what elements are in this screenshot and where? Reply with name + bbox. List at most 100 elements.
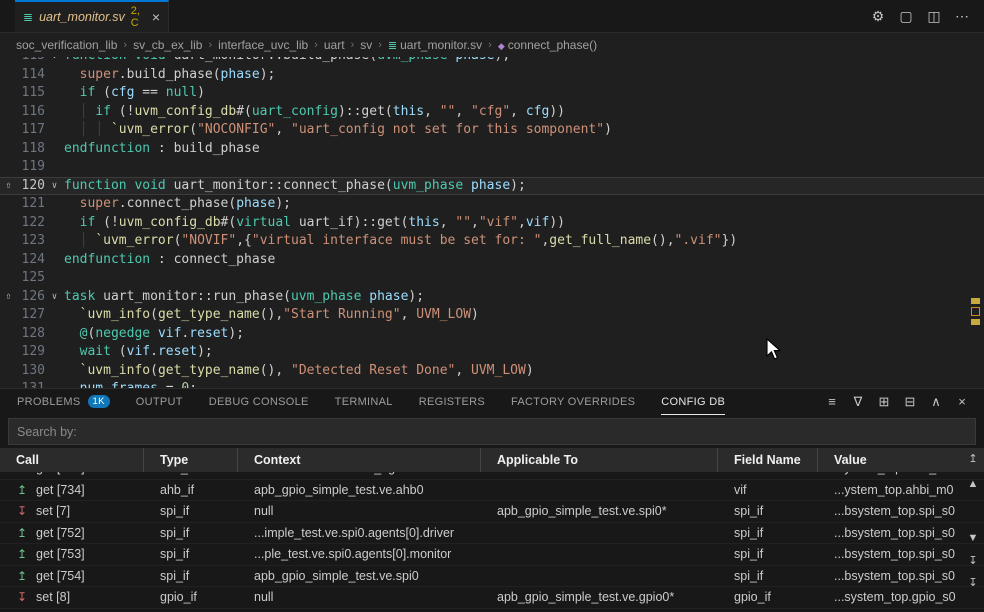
code-line[interactable]: 125 [0, 269, 984, 288]
fold-chevron-icon[interactable]: ∨ [45, 288, 64, 307]
panel-tab-terminal[interactable]: TERMINAL [335, 389, 393, 415]
code-line[interactable]: ⇧126∨task uart_monitor::run_phase(uvm_ph… [0, 288, 984, 307]
code-line[interactable]: 113∨function void uart_monitor::build_ph… [0, 57, 984, 66]
cell-call: ↥get [734] [0, 483, 144, 497]
code-text: function void uart_monitor::connect_phas… [64, 177, 984, 196]
panel-tab-output[interactable]: OUTPUT [136, 389, 183, 415]
column-header-value[interactable]: Value [818, 448, 984, 472]
overview-ruler-mark [971, 307, 980, 316]
code-line[interactable]: 115 if (cfg == null) [0, 84, 984, 103]
config-db-search [8, 418, 976, 445]
column-header-call[interactable]: Call [0, 448, 144, 472]
code-line[interactable]: 131 num_frames = 0; [0, 380, 984, 388]
code-text: super.connect_phase(phase); [64, 195, 984, 214]
table-row[interactable]: ↥get [754]spi_ifapb_gpio_simple_test.ve.… [0, 566, 984, 588]
line-number: 126 [17, 288, 45, 307]
rail-arrow-icon[interactable]: ▲ [965, 478, 981, 490]
table-row[interactable]: ↥get [733]ahb_if...test.ve.ahb0.master_a… [0, 472, 984, 480]
code-text: if (cfg == null) [64, 84, 984, 103]
table-row[interactable]: ↧set [8]gpio_ifnullapb_gpio_simple_test.… [0, 587, 984, 609]
breadcrumb-item-sv-cb-ex-lib[interactable]: sv_cb_ex_lib [133, 38, 202, 52]
breadcrumb-item-soc-verification-lib[interactable]: soc_verification_lib [16, 38, 117, 52]
fold-spacer [45, 325, 64, 344]
line-number: 130 [17, 362, 45, 381]
code-line[interactable]: 127 `uvm_info(get_type_name(),"Start Run… [0, 306, 984, 325]
rail-arrow-icon[interactable]: ↧ [965, 576, 981, 589]
split-editor-icon[interactable]: ◫ [922, 8, 946, 25]
panel-tab-factory-overrides[interactable]: FACTORY OVERRIDES [511, 389, 635, 415]
table-row[interactable]: ↥get [753]spi_if...ple_test.ve.spi0.agen… [0, 544, 984, 566]
panel-tab-debug-console[interactable]: DEBUG CONSOLE [209, 389, 309, 415]
table-row[interactable]: ↥get [734]ahb_ifapb_gpio_simple_test.ve.… [0, 480, 984, 502]
column-header-applicable-to[interactable]: Applicable To [481, 448, 718, 472]
line-number: 127 [17, 306, 45, 325]
close-panel-icon[interactable]: × [952, 394, 972, 410]
filter-icon[interactable]: ∇ [848, 394, 868, 410]
cell-context: null [238, 504, 481, 518]
panel-tab-registers[interactable]: REGISTERS [419, 389, 485, 415]
editor-tab-uart-monitor[interactable]: ≣ uart_monitor.sv 2, C × [15, 0, 169, 32]
panel-tab-label: DEBUG CONSOLE [209, 396, 309, 408]
tab-close-icon[interactable]: × [152, 9, 160, 25]
line-number: 115 [17, 84, 45, 103]
fold-spacer [45, 195, 64, 214]
gutter-arrow-icon: ⇧ [0, 288, 17, 307]
more-actions-icon[interactable]: ⋯ [950, 8, 974, 25]
collapse-panel-icon[interactable]: ∧ [926, 394, 946, 410]
column-header-context[interactable]: Context [238, 448, 481, 472]
table-row[interactable]: ↥get [752]spi_if...imple_test.ve.spi0.ag… [0, 523, 984, 545]
panel-tab-label: CONFIG DB [661, 396, 725, 408]
code-line[interactable]: ⇧120∨function void uart_monitor::connect… [0, 177, 984, 196]
rail-arrow-icon[interactable]: ↥ [965, 452, 981, 465]
overview-ruler-mark [971, 298, 980, 304]
breadcrumb-separator-icon: › [351, 39, 355, 51]
panel-tab-config-db[interactable]: CONFIG DB [661, 389, 725, 415]
table-row[interactable]: ↧set [7]spi_ifnullapb_gpio_simple_test.v… [0, 501, 984, 523]
fold-spacer [45, 343, 64, 362]
column-header-field-name[interactable]: Field Name [718, 448, 818, 472]
code-line[interactable]: 129 wait (vif.reset); [0, 343, 984, 362]
code-line[interactable]: 130 `uvm_info(get_type_name(), "Detected… [0, 362, 984, 381]
fold-chevron-icon[interactable]: ∨ [45, 57, 64, 66]
customize-layout-icon[interactable]: ▢ [894, 8, 918, 25]
table-body: ↥get [733]ahb_if...test.ve.ahb0.master_a… [0, 472, 984, 612]
panel-tab-problems[interactable]: PROBLEMS1K [17, 389, 110, 415]
code-line[interactable]: 124endfunction : connect_phase [0, 251, 984, 270]
search-input[interactable] [17, 425, 967, 439]
column-header-type[interactable]: Type [144, 448, 238, 472]
fold-chevron-icon[interactable]: ∨ [45, 177, 64, 196]
code-line[interactable]: 114 super.build_phase(phase); [0, 66, 984, 85]
breadcrumb-item-uart-monitor-sv[interactable]: ≣uart_monitor.sv [388, 38, 482, 52]
tab-title: uart_monitor.sv [39, 10, 125, 24]
cell-call: ↥get [753] [0, 547, 144, 561]
cell-type: spi_if [144, 569, 238, 583]
code-editor[interactable]: 113∨function void uart_monitor::build_ph… [0, 57, 984, 388]
fold-spacer [45, 269, 64, 288]
code-line[interactable]: 116 │ if (!uvm_config_db#(uart_config)::… [0, 103, 984, 122]
code-line[interactable]: 121 super.connect_phase(phase); [0, 195, 984, 214]
cell-context: ...imple_test.ve.spi0.agents[0].driver [238, 526, 481, 540]
call-label: get [754] [36, 569, 85, 583]
code-line[interactable]: 123 │ `uvm_error("NOVIF",{"virtual inter… [0, 232, 984, 251]
rail-arrow-icon[interactable]: ↧ [965, 554, 981, 567]
line-number: 121 [17, 195, 45, 214]
code-line[interactable]: 128 @(negedge vif.reset); [0, 325, 984, 344]
maximize-panel-icon[interactable]: ⊟ [900, 394, 920, 410]
breadcrumb-item-uart[interactable]: uart [324, 38, 345, 52]
call-label: get [734] [36, 483, 85, 497]
table-scroll-rail[interactable]: ↥ ▲ ▼ ↧ ↧ [965, 448, 981, 612]
breadcrumb-item-connect-phase-[interactable]: ◆connect_phase() [498, 38, 597, 52]
open-in-editor-icon[interactable]: ⊞ [874, 394, 894, 410]
code-line[interactable]: 119 [0, 158, 984, 177]
window-actions: ⚙▢◫⋯ [866, 0, 984, 32]
panel-tab-bar: PROBLEMS1K OUTPUT DEBUG CONSOLE TERMINAL REG… [0, 389, 984, 415]
code-line[interactable]: 118endfunction : build_phase [0, 140, 984, 159]
code-line[interactable]: 117 │ │ `uvm_error("NOCONFIG", "uart_con… [0, 121, 984, 140]
rail-arrow-icon[interactable]: ▼ [965, 532, 981, 544]
breadcrumb-item-sv[interactable]: sv [360, 38, 372, 52]
view-as-list-icon[interactable]: ≡ [822, 394, 842, 410]
breadcrumb-item-interface-uvc-lib[interactable]: interface_uvc_lib [218, 38, 308, 52]
settings-icon[interactable]: ⚙ [866, 8, 890, 25]
code-line[interactable]: 122 if (!uvm_config_db#(virtual uart_if)… [0, 214, 984, 233]
cell-type: ahb_if [144, 483, 238, 497]
